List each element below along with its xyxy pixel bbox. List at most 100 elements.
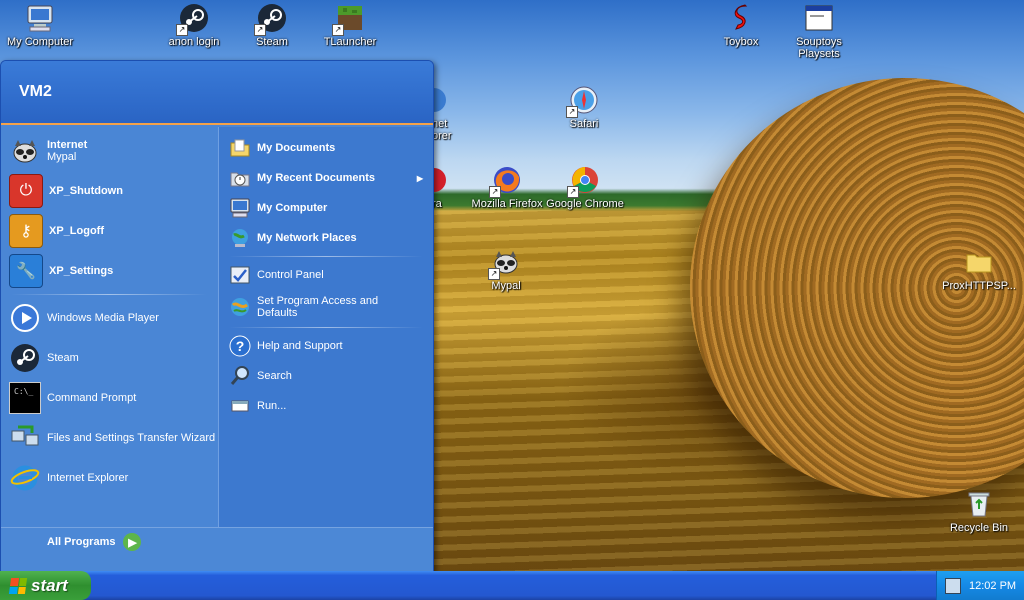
recent-item-label: Internet Explorer xyxy=(47,472,129,484)
recent-item-label: Command Prompt xyxy=(47,392,137,404)
start-menu-left-pane: Internet Mypal ⏻ XP_Shutdown ⚷ XP_Logoff… xyxy=(1,127,217,527)
pinned-item-subtitle: Mypal xyxy=(47,151,77,163)
pinned-item-title: Internet xyxy=(47,139,88,151)
recent-item-transfer-wizard[interactable]: Files and Settings Transfer Wizard xyxy=(1,418,217,458)
internet-explorer-icon xyxy=(9,462,41,494)
all-programs-label: All Programs xyxy=(47,536,116,548)
start-menu: VM2 Internet Mypal ⏻ XP_Shutdown ⚷ XP_Lo… xyxy=(0,60,434,573)
places-item-label: My Computer xyxy=(257,202,328,214)
recent-item-steam[interactable]: Steam xyxy=(1,338,217,378)
pinned-item-xp-settings[interactable]: 🔧 XP_Settings xyxy=(1,251,217,291)
steam-icon: ↗ xyxy=(254,2,288,36)
control-panel-icon xyxy=(229,264,251,286)
places-item-my-documents[interactable]: My Documents xyxy=(219,133,433,163)
search-icon xyxy=(229,365,251,387)
clock[interactable]: 12:02 PM xyxy=(969,580,1016,592)
network-icon xyxy=(229,227,251,249)
desktop-icon-label: Google Chrome xyxy=(546,198,624,210)
pinned-item-internet[interactable]: Internet Mypal xyxy=(1,131,217,171)
desktop-icon-label: Toybox xyxy=(723,36,759,48)
desktop-icon-firefox[interactable]: ↗ Mozilla Firefox xyxy=(466,164,548,210)
my-computer-icon xyxy=(24,2,56,34)
start-label: start xyxy=(31,575,68,595)
desktop-icon-label: Mypal xyxy=(491,280,521,292)
run-icon xyxy=(229,395,251,417)
shortcut-arrow-icon: ↗ xyxy=(489,186,501,198)
pinned-item-xp-logoff[interactable]: ⚷ XP_Logoff xyxy=(1,211,217,251)
desktop-icon-toybox[interactable]: Toybox xyxy=(701,2,781,48)
desktop-icon-proxhttpsp[interactable]: ProxHTTPSP... xyxy=(934,246,1024,292)
desktop-icon-label: My Computer xyxy=(6,36,74,48)
shortcut-arrow-icon: ↗ xyxy=(488,268,500,280)
souptoys-playsets-icon xyxy=(803,2,835,34)
windows-logo-icon xyxy=(8,577,28,594)
separator xyxy=(229,256,423,257)
desktop-icon-anon-login[interactable]: ↗ anon login xyxy=(154,2,234,48)
shortcut-arrow-icon: ↗ xyxy=(567,186,579,198)
recycle-bin-icon xyxy=(963,488,995,520)
places-item-set-program-access[interactable]: Set Program Access and Defaults xyxy=(219,290,433,324)
steam-icon xyxy=(9,342,41,374)
network-status-icon[interactable] xyxy=(945,577,961,594)
toybox-icon xyxy=(725,2,757,34)
recent-item-command-prompt[interactable]: C:\_ Command Prompt xyxy=(1,378,217,418)
separator xyxy=(229,327,423,328)
shortcut-arrow-icon: ↗ xyxy=(176,24,188,36)
separator xyxy=(11,294,207,295)
desktop-icon-steam[interactable]: ↗ Steam xyxy=(232,2,312,48)
pinned-item-xp-shutdown[interactable]: ⏻ XP_Shutdown xyxy=(1,171,217,211)
places-item-help-and-support[interactable]: ? Help and Support xyxy=(219,331,433,361)
start-menu-header: VM2 xyxy=(1,61,433,125)
places-item-label: My Documents xyxy=(257,142,336,154)
desktop-icon-label: TLauncher xyxy=(323,36,377,48)
system-tray: 12:02 PM xyxy=(936,571,1024,600)
desktop-icon-label: Safari xyxy=(569,118,599,130)
recent-item-internet-explorer[interactable]: Internet Explorer xyxy=(1,458,217,498)
desktop-icon-souptoys-playsets[interactable]: Souptoys Playsets xyxy=(779,2,859,60)
submenu-arrow-icon: ▶ xyxy=(416,173,423,183)
pinned-item-title: XP_Logoff xyxy=(49,225,104,237)
start-menu-footer: All Programs ▶ xyxy=(1,527,433,572)
mypal-icon xyxy=(9,135,41,167)
places-item-my-computer[interactable]: My Computer xyxy=(219,193,433,223)
start-button[interactable]: start xyxy=(0,571,91,600)
recent-documents-icon xyxy=(229,167,251,189)
desktop-icon-label: Souptoys Playsets xyxy=(796,36,842,60)
pinned-item-title: XP_Shutdown xyxy=(49,185,123,197)
chrome-icon: ↗ xyxy=(567,164,601,198)
shortcut-arrow-icon: ↗ xyxy=(566,106,578,118)
command-prompt-icon: C:\_ xyxy=(9,382,41,414)
help-icon: ? xyxy=(229,335,251,357)
desktop-icon-safari[interactable]: ↗ Safari xyxy=(544,84,624,130)
recent-item-label: Files and Settings Transfer Wizard xyxy=(47,432,216,444)
places-item-label: Help and Support xyxy=(257,340,343,352)
power-icon: ⏻ xyxy=(9,174,43,208)
computer-icon xyxy=(229,197,251,219)
key-icon: ⚷ xyxy=(9,214,43,248)
places-item-run[interactable]: Run... xyxy=(219,391,433,421)
places-item-label: My Recent Documents xyxy=(257,172,375,184)
places-item-label: My Network Places xyxy=(257,232,357,244)
user-name: VM2 xyxy=(19,83,52,100)
desktop-icon-my-computer[interactable]: My Computer xyxy=(0,2,80,48)
desktop-icon-label: ProxHTTPSP... xyxy=(942,280,1016,292)
places-item-my-recent-documents[interactable]: My Recent Documents ▶ xyxy=(219,163,433,193)
recent-item-windows-media-player[interactable]: Windows Media Player xyxy=(1,298,217,338)
desktop-icon-recycle-bin[interactable]: Recycle Bin xyxy=(934,488,1024,534)
desktop-icon-label: anon login xyxy=(168,36,220,48)
desktop-icon-tlauncher[interactable]: ↗ TLauncher xyxy=(310,2,390,48)
places-item-control-panel[interactable]: Control Panel xyxy=(219,260,433,290)
desktop-icon-label: Steam xyxy=(256,36,288,48)
folder-icon xyxy=(963,246,995,278)
places-item-my-network-places[interactable]: My Network Places xyxy=(219,223,433,253)
recent-item-label: Windows Media Player xyxy=(47,312,159,324)
desktop-icon-mypal[interactable]: ↗ Mypal xyxy=(466,246,546,292)
places-item-label: Run... xyxy=(257,400,287,412)
transfer-wizard-icon xyxy=(9,422,41,454)
start-menu-right-pane: My Documents My Recent Documents ▶ My Co… xyxy=(218,127,433,527)
places-item-search[interactable]: Search xyxy=(219,361,433,391)
desktop-icon-chrome[interactable]: ↗ Google Chrome xyxy=(544,164,626,210)
all-programs-button[interactable]: All Programs ▶ xyxy=(1,527,433,556)
steam-icon: ↗ xyxy=(176,2,210,36)
tlauncher-icon: ↗ xyxy=(332,2,366,36)
